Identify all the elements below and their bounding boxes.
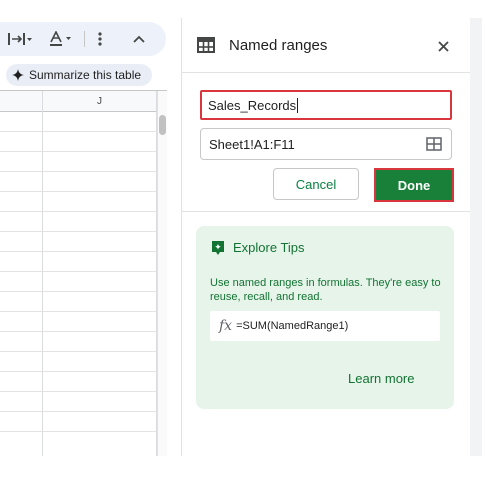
row-gridline (0, 311, 157, 312)
panel-scrollbar[interactable] (470, 18, 482, 456)
fx-icon: fx (219, 318, 233, 334)
row-gridline (0, 391, 157, 392)
row-gridline (0, 231, 157, 232)
summarize-table-chip[interactable]: Summarize this table (6, 64, 152, 86)
grid-icon[interactable] (426, 137, 442, 154)
done-button[interactable]: Done (374, 168, 454, 202)
learn-more-link[interactable]: Learn more (348, 371, 414, 386)
sheet-toolbar (0, 22, 166, 56)
row-gridline (0, 371, 157, 372)
column-header-j[interactable]: J (43, 91, 156, 111)
more-options-button[interactable] (88, 22, 112, 56)
explore-tips-icon (212, 241, 224, 260)
row-gridline (0, 131, 157, 132)
named-ranges-panel: Named ranges Sales_Records Sheet1!A1:F11… (181, 18, 471, 456)
text-direction-button[interactable] (0, 22, 40, 56)
row-gridline (0, 211, 157, 212)
row-gridline (0, 411, 157, 412)
spreadsheet-grid[interactable]: J (0, 90, 167, 456)
sparkle-icon (12, 69, 24, 81)
row-gridline (0, 171, 157, 172)
range-name-value: Sales_Records (208, 97, 297, 113)
row-gridline (0, 291, 157, 292)
tips-title: Explore Tips (233, 240, 305, 255)
toolbar-divider (84, 31, 85, 47)
range-reference-value: Sheet1!A1:F11 (209, 136, 295, 152)
panel-title: Named ranges (229, 37, 328, 54)
close-icon[interactable] (438, 39, 449, 57)
row-gridline (0, 251, 157, 252)
panel-divider (182, 211, 471, 212)
range-name-input[interactable]: Sales_Records (200, 90, 452, 120)
text-cursor (297, 97, 299, 113)
range-reference-input[interactable]: Sheet1!A1:F11 (200, 128, 452, 160)
tips-description: Use named ranges in formulas. They're ea… (210, 277, 441, 303)
row-gridline (0, 191, 157, 192)
row-gridline (0, 431, 157, 432)
column-header-row: J (0, 91, 157, 112)
grid-vertical-scrollbar[interactable] (157, 91, 167, 456)
row-gridline (0, 151, 157, 152)
formula-example: fx =SUM(NamedRange1) (210, 311, 440, 341)
hide-menus-button[interactable] (126, 22, 152, 56)
summarize-chip-label: Summarize this table (29, 68, 142, 82)
more-vert-icon (98, 32, 102, 46)
text-direction-icon (8, 32, 32, 46)
scrollbar-thumb[interactable] (159, 115, 166, 135)
table-icon (197, 37, 215, 58)
text-color-icon (48, 31, 74, 47)
panel-header: Named ranges (182, 18, 471, 73)
text-color-button[interactable] (44, 22, 78, 56)
column-gridline (42, 91, 43, 456)
cancel-button[interactable]: Cancel (273, 168, 359, 200)
row-gridline (0, 271, 157, 272)
row-gridline (0, 351, 157, 352)
formula-text: =SUM(NamedRange1) (236, 320, 349, 332)
chevron-up-icon (133, 35, 145, 43)
row-gridline (0, 331, 157, 332)
explore-tips-card: Explore Tips Use named ranges in formula… (196, 226, 454, 409)
